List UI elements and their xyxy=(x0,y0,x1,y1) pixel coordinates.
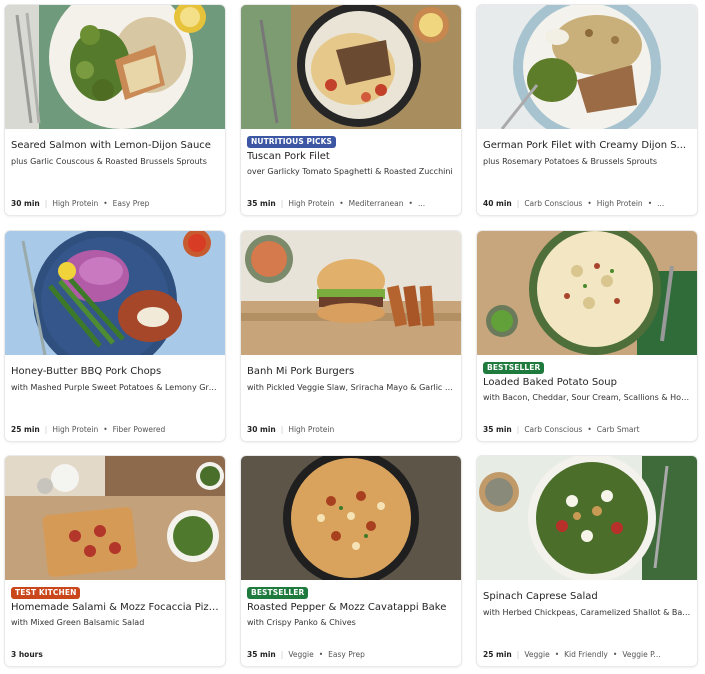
recipe-meta: 35 min | Carb Conscious • Carb Smart xyxy=(483,425,693,434)
recipe-card[interactable]: Seared Salmon with Lemon-Dijon Sauce plu… xyxy=(5,5,225,215)
recipe-attribute: High Protein xyxy=(288,199,335,208)
cook-time: 30 min xyxy=(11,199,40,208)
recipe-title: Homemade Salami & Mozz Focaccia Pizza xyxy=(11,602,219,613)
recipe-title: Seared Salmon with Lemon-Dijon Sauce xyxy=(11,140,211,151)
recipe-attribute: High Protein xyxy=(288,425,335,434)
divider: | xyxy=(44,425,48,434)
recipe-card[interactable]: Honey-Butter BBQ Pork Chops with Mashed … xyxy=(5,231,225,441)
recipe-attribute: High Protein xyxy=(596,199,643,208)
recipe-attribute: Easy Prep xyxy=(328,650,365,659)
recipe-meta: 25 min | Veggie • Kid Friendly • Veggie P... xyxy=(483,650,693,659)
recipe-attribute: Carb Conscious xyxy=(524,199,583,208)
recipe-attribute: Veggie P... xyxy=(622,650,661,659)
divider: | xyxy=(516,425,520,434)
recipe-meta: 40 min | Carb Conscious • High Protein •... xyxy=(483,199,693,208)
recipe-image xyxy=(477,231,697,355)
recipe-attribute: Fiber Powered xyxy=(112,425,166,434)
separator-dot: • xyxy=(103,199,108,208)
recipe-attribute: Easy Prep xyxy=(112,199,150,208)
recipe-title: Spinach Caprese Salad xyxy=(483,591,598,602)
recipe-image xyxy=(5,456,225,580)
recipe-meta: 25 min | High Protein • Fiber Powered xyxy=(11,425,221,434)
divider: | xyxy=(516,199,520,208)
cook-time: 40 min xyxy=(483,199,512,208)
cook-time: 30 min xyxy=(247,425,276,434)
recipe-card[interactable]: Banh Mi Pork Burgers with Pickled Veggie… xyxy=(241,231,461,441)
separator-dot: • xyxy=(587,199,592,208)
recipe-attribute: Kid Friendly xyxy=(564,650,608,659)
recipe-subtitle: with Mashed Purple Sweet Potatoes & Lemo… xyxy=(11,383,219,392)
recipe-image xyxy=(5,231,225,355)
recipe-image xyxy=(241,456,461,580)
recipe-tag: Nutritious Picks xyxy=(247,136,337,148)
recipe-attribute: Veggie xyxy=(288,650,314,659)
separator-dot: • xyxy=(103,425,108,434)
recipe-image xyxy=(477,456,697,580)
recipe-card[interactable]: Spinach Caprese Salad with Herbed Chickp… xyxy=(477,456,697,666)
recipe-subtitle: plus Rosemary Potatoes & Brussels Sprout… xyxy=(483,157,658,166)
recipe-tag: Test Kitchen xyxy=(11,587,81,599)
recipe-meta: 3 hours xyxy=(11,650,221,659)
recipe-subtitle: with Bacon, Cheddar, Sour Cream, Scallio… xyxy=(483,393,691,402)
recipe-subtitle: with Pickled Veggie Slaw, Sriracha Mayo … xyxy=(247,383,455,392)
recipe-tag: Bestseller xyxy=(483,362,545,374)
recipe-subtitle: with Crispy Panko & Chives xyxy=(247,618,356,627)
recipe-subtitle: with Mixed Green Balsamic Salad xyxy=(11,618,145,627)
separator-dot: • xyxy=(612,650,618,659)
recipe-card[interactable]: Bestseller Roasted Pepper & Mozz Cavatap… xyxy=(241,456,461,666)
recipe-attribute: ... xyxy=(417,199,426,208)
recipe-subtitle: plus Garlic Couscous & Roasted Brussels … xyxy=(11,157,207,166)
divider: | xyxy=(44,199,48,208)
recipe-title: Honey-Butter BBQ Pork Chops xyxy=(11,366,162,377)
recipe-attribute: Carb Conscious xyxy=(524,425,583,434)
recipe-image xyxy=(5,5,225,129)
recipe-tag: Bestseller xyxy=(247,587,309,599)
recipe-attribute: High Protein xyxy=(52,199,99,208)
cook-time: 35 min xyxy=(483,425,512,434)
recipe-image xyxy=(241,5,461,129)
recipe-attribute: ... xyxy=(657,199,665,208)
recipe-attribute: Carb Smart xyxy=(596,425,640,434)
recipe-title: Loaded Baked Potato Soup xyxy=(483,377,617,388)
recipe-meta: 30 min | High Protein • Easy Prep xyxy=(11,199,221,208)
separator-dot: • xyxy=(554,650,560,659)
recipe-grid: Seared Salmon with Lemon-Dijon Sauce plu… xyxy=(0,0,705,674)
separator-dot: • xyxy=(587,425,592,434)
recipe-attribute: Mediterranean xyxy=(348,199,404,208)
separator-dot: • xyxy=(318,650,324,659)
cook-time: 25 min xyxy=(483,650,512,659)
recipe-title: German Pork Filet with Creamy Dijon S... xyxy=(483,140,687,151)
recipe-meta: 35 min | Veggie • Easy Prep xyxy=(247,650,457,659)
cook-time: 35 min xyxy=(247,199,276,208)
separator-dot: • xyxy=(339,199,344,208)
cook-time: 3 hours xyxy=(11,650,43,659)
recipe-card[interactable]: Bestseller Loaded Baked Potato Soup with… xyxy=(477,231,697,441)
divider: | xyxy=(280,425,284,434)
separator-dot: • xyxy=(408,199,413,208)
divider: | xyxy=(280,199,284,208)
recipe-title: Tuscan Pork Filet xyxy=(247,151,330,162)
cook-time: 25 min xyxy=(11,425,40,434)
divider: | xyxy=(280,650,284,659)
cook-time: 35 min xyxy=(247,650,276,659)
recipe-subtitle: with Herbed Chickpeas, Caramelized Shall… xyxy=(483,608,691,617)
divider: | xyxy=(516,650,520,659)
recipe-attribute: High Protein xyxy=(52,425,99,434)
separator-dot: • xyxy=(647,199,653,208)
recipe-meta: 35 min | High Protein • Mediterranean •... xyxy=(247,199,457,208)
recipe-card[interactable]: Test Kitchen Homemade Salami & Mozz Foca… xyxy=(5,456,225,666)
recipe-meta: 30 min | High Protein xyxy=(247,425,457,434)
recipe-title: Banh Mi Pork Burgers xyxy=(247,366,355,377)
recipe-card[interactable]: Nutritious Picks Tuscan Pork Filet over … xyxy=(241,5,461,215)
recipe-card[interactable]: German Pork Filet with Creamy Dijon S...… xyxy=(477,5,697,215)
recipe-title: Roasted Pepper & Mozz Cavatappi Bake xyxy=(247,602,447,613)
recipe-subtitle: over Garlicky Tomato Spaghetti & Roasted… xyxy=(247,167,453,176)
recipe-image xyxy=(241,231,461,355)
recipe-attribute: Veggie xyxy=(524,650,550,659)
recipe-image xyxy=(477,5,697,129)
